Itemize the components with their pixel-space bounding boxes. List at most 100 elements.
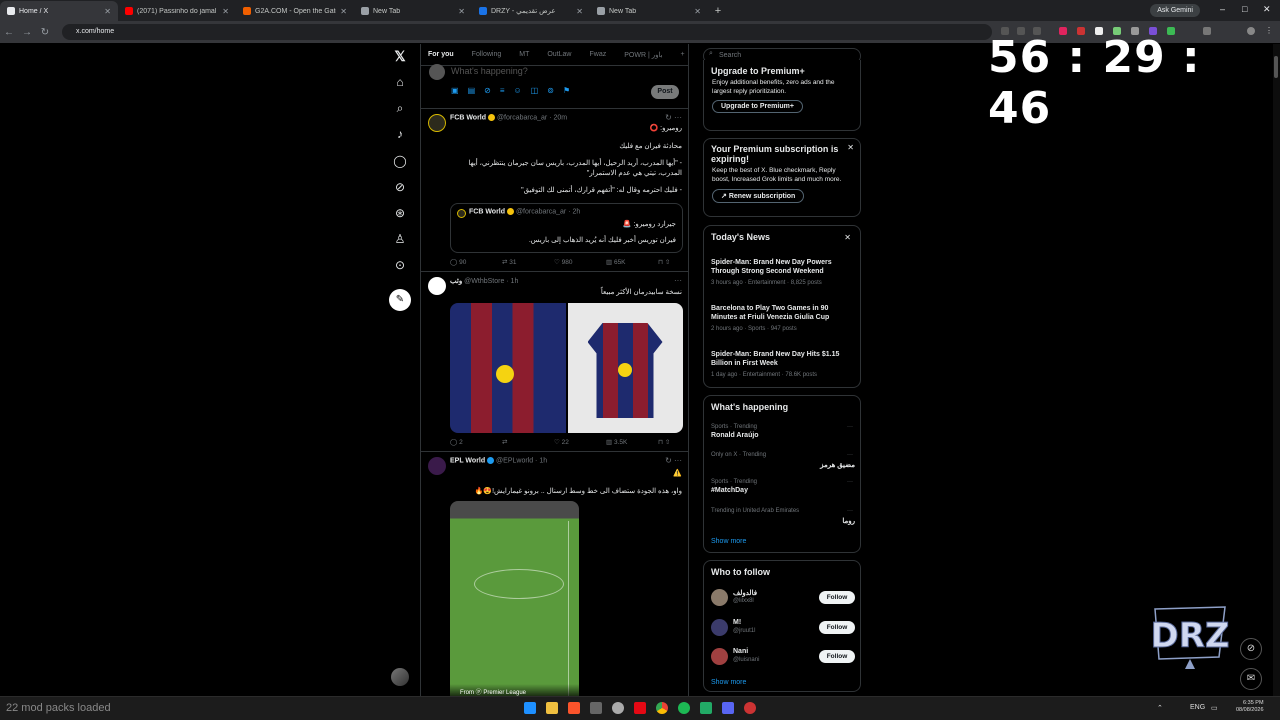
poll-icon[interactable]: ≡	[500, 86, 505, 95]
follow-suggestion[interactable]: M! @jruut1l Follow	[711, 619, 855, 641]
author-handle[interactable]: @WthbStore · 1h	[464, 278, 518, 285]
follow-button[interactable]: Follow	[819, 621, 855, 634]
quoted-tweet[interactable]: FCB World @forcabarca_ar · 2h جيرارد روم…	[450, 203, 683, 253]
chrome-icon[interactable]	[656, 702, 668, 714]
timeline-tab[interactable]: OutLaw	[547, 51, 571, 58]
new-tab-button[interactable]: +	[708, 1, 728, 21]
tweet[interactable]: وثب @WthbStore · 1h ··· نسخة سابيدرمان ا…	[421, 273, 688, 452]
app-icon[interactable]	[700, 702, 712, 714]
news-item[interactable]: Barcelona to Play Two Games in 90 Minute…	[711, 305, 856, 334]
trend-item[interactable]: Sports · Trending ··· #MatchDay	[711, 479, 855, 494]
timeline-tab[interactable]: Following	[472, 51, 502, 58]
author-avatar[interactable]	[428, 457, 446, 475]
trend-item[interactable]: Trending in United Arab Emirates ··· روما	[711, 508, 855, 525]
messages-icon[interactable]: ◯	[389, 150, 411, 172]
more-icon[interactable]: ⊙	[389, 254, 411, 276]
media-source-caption[interactable]: From ⓟ Premier League	[450, 684, 579, 696]
network-icon[interactable]: ▭	[1211, 704, 1218, 712]
page-scrollbar[interactable]	[1273, 44, 1280, 696]
back-icon[interactable]: ←	[0, 27, 18, 38]
renew-subscription-button[interactable]: ↗ Renew subscription	[712, 189, 805, 203]
follow-suggestion[interactable]: فالدولف @lilxx8l Follow	[711, 589, 855, 611]
trend-item[interactable]: Only on X · Trending ··· مضيق هرمز	[711, 452, 855, 469]
grok-icon[interactable]: ⊘	[389, 176, 411, 198]
composer-input[interactable]: What's happening?	[451, 66, 528, 76]
home-icon[interactable]: ⌂	[389, 71, 411, 93]
timeline-tab[interactable]: POWR | باور	[624, 51, 662, 59]
bookmark-share-icons[interactable]: ⊓ ⇧	[658, 258, 670, 266]
emoji-icon[interactable]: ☺	[514, 86, 522, 95]
timeline-tab[interactable]: For you	[428, 51, 454, 58]
author-handle[interactable]: @forcabarca_ar · 20m	[497, 114, 567, 121]
author-handle[interactable]: @EPLworld · 1h	[496, 457, 547, 464]
minimize-icon[interactable]: –	[1220, 4, 1225, 14]
views-button[interactable]: ▥ 3.5K	[606, 438, 658, 446]
close-window-icon[interactable]: ✕	[1263, 4, 1271, 15]
timeline-tab[interactable]: MT	[519, 51, 529, 58]
browser-tab[interactable]: Home / X ✕	[0, 1, 118, 21]
obs-icon[interactable]	[744, 702, 756, 714]
start-icon[interactable]	[524, 702, 536, 714]
forward-icon[interactable]: →	[18, 27, 36, 38]
news-item[interactable]: Spider-Man: Brand New Day Powers Through…	[711, 259, 856, 288]
maximize-icon[interactable]: □	[1242, 4, 1247, 14]
more-options-icon[interactable]: ↻ ···	[665, 113, 682, 122]
tweet[interactable]: EPL World @EPLworld · 1h ↻ ··· ⚠️ واو، ه…	[421, 453, 688, 696]
avatar[interactable]	[711, 648, 728, 665]
more-options-icon[interactable]: ···	[674, 276, 682, 285]
reply-button[interactable]: ◯ 90	[450, 258, 502, 266]
trend-item[interactable]: Sports · Trending ··· Ronald Araújo	[711, 424, 855, 439]
avatar[interactable]	[711, 619, 728, 636]
product-photo[interactable]	[567, 303, 683, 433]
discord-icon[interactable]	[722, 702, 734, 714]
close-tab-icon[interactable]: ✕	[222, 7, 229, 16]
add-tab-icon[interactable]: +	[681, 51, 685, 58]
browser-tab[interactable]: (2071) Passinho do jamal - YouTube ✕	[118, 1, 236, 21]
app-icon[interactable]	[590, 702, 602, 714]
more-options-icon[interactable]: ···	[847, 479, 853, 485]
location-icon[interactable]: ⊚	[547, 86, 554, 95]
address-bar[interactable]: x.com/home	[62, 24, 992, 40]
close-tab-icon[interactable]: ✕	[104, 7, 111, 16]
reply-button[interactable]: ◯ 2	[450, 438, 502, 446]
tray-chevron-icon[interactable]: ⌃	[1157, 704, 1163, 712]
author-avatar[interactable]	[428, 114, 446, 132]
browser-tab[interactable]: G2A.COM - Open the Gate 2 A ✕	[236, 1, 354, 21]
browser-tab[interactable]: New Tab ✕	[590, 1, 708, 21]
author-avatar[interactable]	[428, 277, 446, 295]
show-more-link[interactable]: Show more	[711, 538, 746, 545]
follow-button[interactable]: Follow	[819, 591, 855, 604]
more-options-icon[interactable]: ↻ ···	[665, 456, 682, 465]
views-button[interactable]: ▥ 65K	[606, 258, 658, 266]
like-button[interactable]: ♡ 980	[554, 258, 606, 266]
close-icon[interactable]: ✕	[847, 143, 854, 152]
show-more-link[interactable]: Show more	[711, 679, 746, 686]
follow-name[interactable]: Nani	[733, 648, 748, 655]
app-icon[interactable]	[612, 702, 624, 714]
grok-icon[interactable]: ⊘	[484, 86, 491, 95]
file-explorer-icon[interactable]	[546, 702, 558, 714]
close-icon[interactable]: ✕	[844, 233, 851, 242]
ask-gemini-button[interactable]: Ask Gemini	[1150, 4, 1200, 17]
like-button[interactable]: ♡ 22	[554, 438, 606, 446]
timeline-tab[interactable]: Fwaz	[589, 51, 606, 58]
repost-button[interactable]: ⇄	[502, 438, 554, 446]
close-tab-icon[interactable]: ✕	[576, 7, 583, 16]
account-avatar[interactable]	[391, 668, 409, 686]
profile-icon[interactable]: ♙	[389, 228, 411, 250]
follow-name[interactable]: M!	[733, 619, 741, 626]
video-media[interactable]: From ⓟ Premier League	[450, 501, 579, 696]
compose-post-button[interactable]: ✎	[389, 289, 411, 311]
x-logo-icon[interactable]: 𝕏	[389, 45, 411, 67]
browser-tab[interactable]: DRZY - عرض تقديمي ✕	[472, 1, 590, 21]
netflix-icon[interactable]	[634, 702, 646, 714]
brave-icon[interactable]	[568, 702, 580, 714]
schedule-icon[interactable]: ◫	[531, 86, 539, 95]
tweet[interactable]: FCB World @forcabarca_ar · 20m ↻ ··· روم…	[421, 110, 688, 272]
bookmark-share-icons[interactable]: ⊓ ⇧	[658, 438, 670, 446]
media-icon[interactable]: ▣	[451, 86, 459, 95]
news-item[interactable]: Spider-Man: Brand New Day Hits $1.15 Bil…	[711, 351, 856, 380]
more-options-icon[interactable]: ···	[847, 424, 853, 430]
notifications-icon[interactable]: ♪	[389, 123, 411, 145]
more-options-icon[interactable]: ···	[847, 452, 853, 458]
